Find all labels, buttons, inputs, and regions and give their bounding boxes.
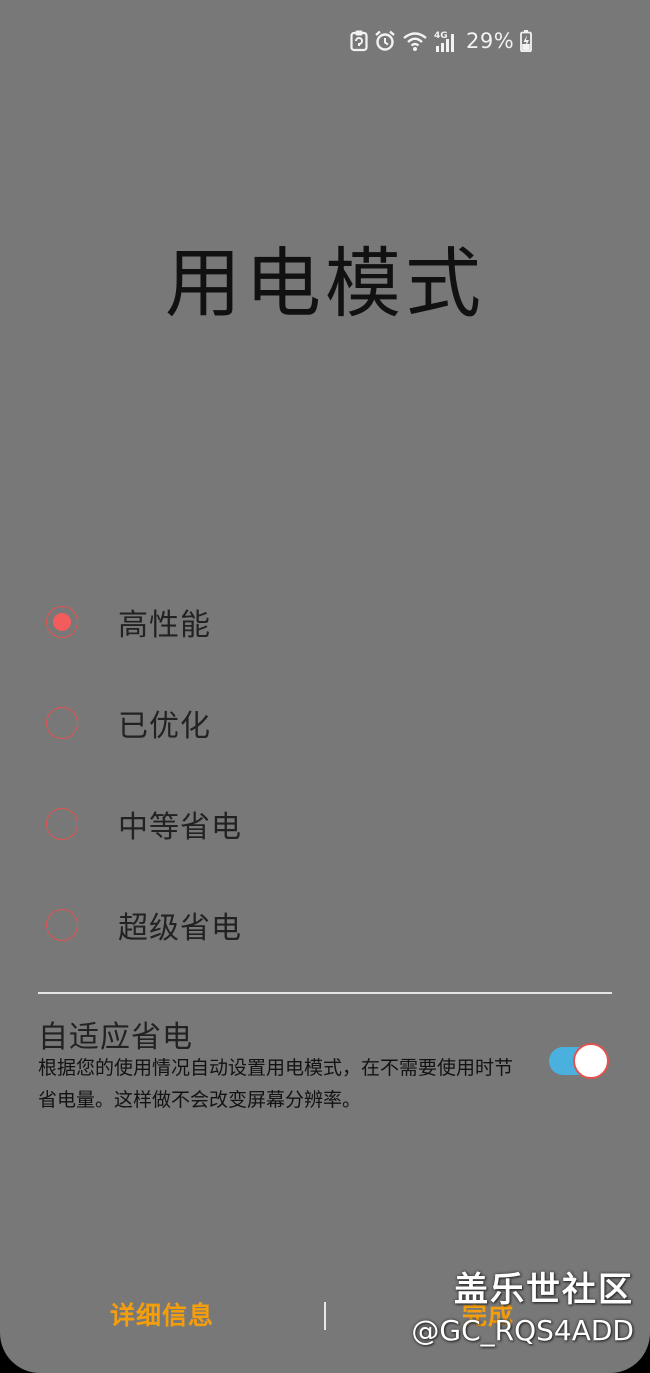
battery-charging-icon: [520, 30, 533, 52]
mode-option-max-saving[interactable]: 超级省电: [46, 895, 242, 955]
watermark-handle: @GC_RQS4ADD: [411, 1314, 634, 1347]
radio-selected-dot: [53, 613, 71, 631]
clipboard-icon: [350, 30, 368, 52]
status-bar: 4G 29%: [350, 26, 533, 56]
section-divider: [38, 992, 612, 994]
mode-option-medium-saving[interactable]: 中等省电: [46, 794, 242, 854]
svg-text:4G: 4G: [434, 31, 448, 41]
mode-option-optimized[interactable]: 已优化: [46, 693, 211, 753]
adaptive-power-saving-toggle[interactable]: [549, 1043, 609, 1079]
radio-button-selected[interactable]: [46, 606, 78, 638]
radio-button[interactable]: [46, 909, 78, 941]
radio-button[interactable]: [46, 808, 78, 840]
adaptive-power-saving-description: 根据您的使用情况自动设置用电模式，在不需要使用时节省电量。这样做不会改变屏幕分辨…: [38, 1057, 514, 1111]
mode-option-label: 高性能: [118, 608, 211, 643]
toggle-knob: [573, 1043, 609, 1079]
wifi-icon: [402, 30, 428, 52]
power-mode-screen: 4G 29% 用电模式 高性能 已优化 中等省电 超级省电 自适应省电 根据您的…: [0, 0, 650, 1373]
alarm-icon: [374, 30, 396, 52]
page-title: 用电模式: [165, 239, 485, 328]
details-button[interactable]: 详细信息: [110, 1296, 214, 1332]
button-separator: [324, 1302, 326, 1330]
watermark-community: 盖乐世社区: [454, 1270, 634, 1310]
radio-button[interactable]: [46, 707, 78, 739]
mode-option-high-performance[interactable]: 高性能: [46, 592, 211, 652]
mode-option-label: 已优化: [118, 709, 211, 744]
4g-signal-icon: 4G: [434, 29, 458, 53]
mode-option-label: 超级省电: [118, 911, 242, 946]
battery-percent: 29%: [466, 29, 515, 53]
mode-option-label: 中等省电: [118, 810, 242, 845]
adaptive-power-saving-title: 自适应省电: [38, 1020, 193, 1055]
